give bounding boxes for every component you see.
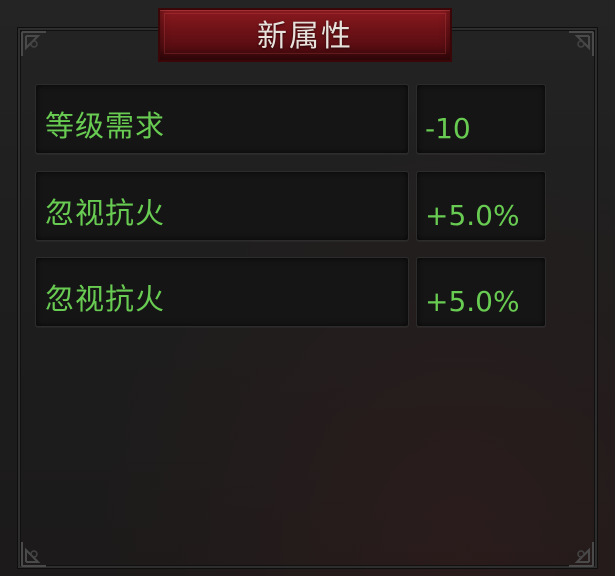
attribute-row: 忽视抗火 +5.0%	[35, 257, 546, 327]
attribute-name-cell: 忽视抗火	[35, 257, 409, 327]
attribute-name: 忽视抗火	[45, 282, 166, 316]
attribute-value: -10	[425, 112, 471, 145]
attribute-value: +5.0%	[425, 199, 520, 232]
panel-title-tab: 新属性	[158, 8, 452, 62]
attribute-row: 忽视抗火 +5.0%	[35, 171, 546, 241]
attribute-value-cell: -10	[416, 84, 546, 154]
new-attributes-panel: 新属性 等级需求 -10 忽视抗火 +5.0% 忽视抗火 +5.0%	[0, 0, 615, 576]
panel-title: 新属性	[257, 19, 353, 54]
corner-ornament-icon	[569, 542, 594, 567]
corner-ornament-icon	[21, 542, 46, 567]
attribute-name-cell: 忽视抗火	[35, 171, 409, 241]
attribute-value-cell: +5.0%	[416, 171, 546, 241]
attribute-value-cell: +5.0%	[416, 257, 546, 327]
corner-ornament-icon	[21, 31, 46, 56]
attribute-name: 忽视抗火	[45, 196, 166, 230]
attribute-value: +5.0%	[425, 285, 520, 318]
attribute-row: 等级需求 -10	[35, 84, 546, 154]
attribute-name-cell: 等级需求	[35, 84, 409, 154]
corner-ornament-icon	[569, 31, 594, 56]
attribute-name: 等级需求	[45, 109, 166, 143]
